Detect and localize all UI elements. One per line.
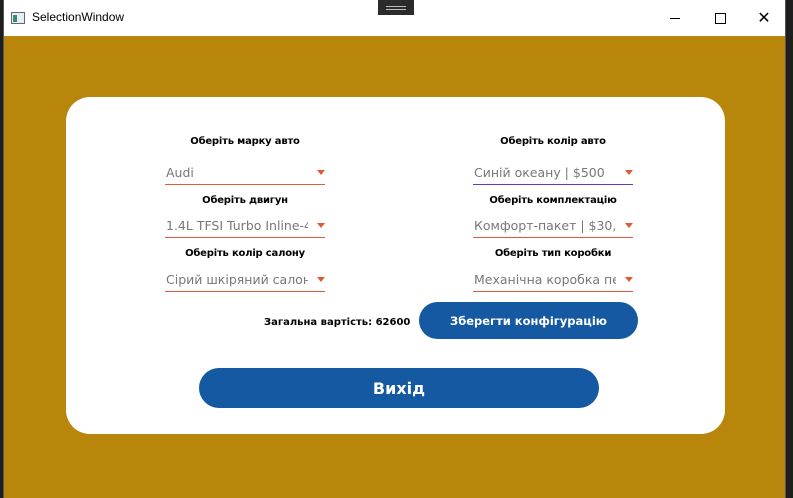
title-bar[interactable]: SelectionWindow ✕ — [4, 0, 785, 36]
brand-value: Audi — [166, 165, 194, 180]
color-combobox[interactable]: Синій океану | $500 — [473, 163, 633, 185]
exit-button[interactable]: Вихід — [199, 368, 599, 408]
dropdown-arrow-icon — [625, 170, 633, 175]
package-label: Оберіть комплектацію — [489, 195, 617, 206]
configuration-card: Оберіть марку авто Audi Оберіть колір ав… — [66, 97, 725, 434]
dropdown-arrow-icon — [317, 170, 325, 175]
gearbox-label: Оберіть тип коробки — [494, 248, 612, 259]
package-combobox[interactable]: Комфорт-пакет | $30,000 — [473, 216, 633, 238]
window-title: SelectionWindow — [32, 10, 125, 24]
dropdown-arrow-icon — [625, 277, 633, 282]
brand-combobox[interactable]: Audi — [165, 163, 325, 185]
gearbox-value: Механічна коробка передач — [474, 272, 616, 287]
save-configuration-button[interactable]: Зберегти конфігурацію — [419, 302, 638, 339]
interior-value: Сірий шкіряний салон — [166, 272, 308, 287]
close-icon: ✕ — [757, 8, 771, 27]
minimize-button[interactable] — [652, 0, 698, 36]
maximize-button[interactable] — [697, 0, 743, 36]
total-price: Загальна вартість: 62600 — [264, 317, 411, 328]
dropdown-arrow-icon — [625, 223, 633, 228]
selection-window: SelectionWindow ✕ Оберіть марку авто Aud… — [4, 0, 785, 498]
engine-combobox[interactable]: 1.4L TFSI Turbo Inline-4 — [165, 216, 325, 238]
close-button[interactable]: ✕ — [741, 0, 787, 36]
dropdown-arrow-icon — [317, 277, 325, 282]
maximize-icon — [714, 12, 726, 24]
color-value: Синій океану | $500 — [474, 165, 605, 180]
brand-label: Оберіть марку авто — [190, 136, 300, 147]
engine-label: Оберіть двигун — [202, 195, 288, 206]
engine-value: 1.4L TFSI Turbo Inline-4 — [166, 218, 308, 233]
package-value: Комфорт-пакет | $30,000 — [474, 218, 616, 233]
interior-combobox[interactable]: Сірий шкіряний салон — [165, 270, 325, 292]
app-icon — [11, 12, 25, 24]
interior-label: Оберіть колір салону — [185, 248, 305, 259]
gearbox-combobox[interactable]: Механічна коробка передач — [473, 270, 633, 292]
dropdown-arrow-icon — [317, 223, 325, 228]
color-label: Оберіть колір авто — [500, 136, 606, 147]
drag-handle-icon[interactable] — [378, 0, 414, 15]
minimize-icon — [670, 17, 680, 19]
